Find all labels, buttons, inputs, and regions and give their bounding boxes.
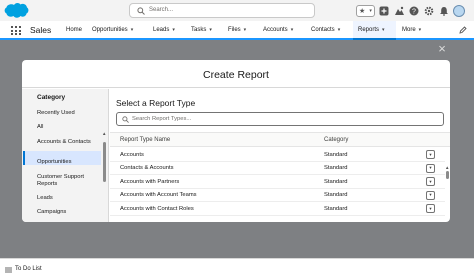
todo-list-icon[interactable] (5, 267, 12, 273)
nav-item-label: Contacts (311, 27, 335, 33)
app-launcher-icon[interactable] (11, 26, 21, 36)
nav-item-label: Home (66, 27, 83, 33)
close-icon[interactable]: × (436, 42, 448, 55)
report-type-table-header: Report Type Name Category (110, 132, 450, 147)
nav-item-leads[interactable]: Leads ▾ (153, 27, 175, 33)
global-search-input[interactable]: Search... (129, 3, 315, 18)
header-utility-icons: ★ ▾ ? (356, 4, 465, 18)
table-row[interactable]: Accounts with Contact Roles Standard ▾ (110, 202, 445, 216)
row-menu-chevron-icon[interactable]: ▾ (426, 150, 435, 159)
nav-item-label: Reports (358, 27, 380, 33)
notifications-bell-icon[interactable] (438, 5, 450, 17)
modal-header: Create Report (22, 60, 450, 88)
report-type-search-input[interactable]: Search Report Types... (116, 112, 444, 126)
nav-item-accounts[interactable]: Accounts ▾ (263, 27, 293, 33)
utility-bar: To Do List (0, 258, 474, 276)
salesforce-logo[interactable] (4, 2, 29, 19)
report-type-category: Standard (324, 165, 348, 171)
category-item-accounts-contacts[interactable]: Accounts & Contacts (37, 139, 103, 146)
nav-item-home[interactable]: Home (66, 27, 82, 33)
modal-title: Create Report (203, 69, 269, 81)
chevron-down-icon[interactable]: ▾ (131, 27, 134, 33)
chevron-down-icon[interactable]: ▾ (338, 27, 341, 33)
column-header-report-type-name[interactable]: Report Type Name (120, 137, 170, 143)
report-type-category: Standard (324, 205, 348, 212)
column-header-category[interactable]: Category (324, 137, 348, 143)
create-report-modal: Create Report Category Recently Used All… (22, 60, 450, 222)
nav-item-label: Files (228, 27, 241, 33)
nav-item-label: Tasks (191, 27, 207, 33)
app-navigation-bar: Sales Home Opportunities ▾ Leads ▾ Tasks ▾ … (0, 21, 474, 40)
row-menu-chevron-icon[interactable]: ▾ (426, 163, 435, 173)
table-row[interactable]: Accounts with Partners Standard ▾ (110, 175, 445, 189)
add-icon[interactable] (378, 5, 390, 17)
app-name: Sales (30, 25, 52, 35)
report-type-name[interactable]: Accounts with Partners (120, 179, 179, 185)
table-row[interactable]: Contacts & Accounts Standard ▾ (110, 162, 445, 175)
category-item-opportunities[interactable]: Opportunities (37, 159, 103, 166)
report-type-search-placeholder: Search Report Types... (132, 116, 192, 122)
category-item-customer-support[interactable]: Customer Support Reports (37, 174, 103, 188)
chevron-down-icon[interactable]: ▾ (419, 27, 422, 33)
search-icon (122, 116, 129, 123)
search-icon (137, 7, 145, 15)
chevron-down-icon[interactable]: ▾ (382, 27, 385, 33)
nav-item-label: Leads (153, 27, 170, 33)
category-sidebar: Category Recently Used All Accounts & Co… (22, 89, 109, 222)
table-scroll-up-icon[interactable]: ▲ (445, 165, 449, 170)
chevron-down-icon[interactable]: ▾ (209, 27, 212, 33)
category-item-recently-used[interactable]: Recently Used (37, 110, 103, 117)
category-item-all[interactable]: All (37, 124, 103, 131)
nav-item-reports[interactable]: Reports ▾ (358, 27, 385, 33)
nav-item-opportunities[interactable]: Opportunities ▾ (92, 27, 133, 33)
table-row[interactable]: Accounts Standard ▾ (110, 148, 445, 162)
pencil-icon[interactable] (459, 26, 467, 34)
report-type-name[interactable]: Accounts (120, 152, 144, 158)
nav-item-label: Accounts (263, 27, 288, 33)
report-type-name[interactable]: Contacts & Accounts (120, 165, 174, 171)
report-type-category: Standard (324, 151, 348, 158)
user-avatar[interactable] (453, 5, 465, 17)
report-type-panel: Select a Report Type Search Report Types… (110, 89, 450, 222)
category-title: Category (37, 94, 66, 101)
category-item-campaigns[interactable]: Campaigns (37, 209, 103, 216)
nav-item-files[interactable]: Files ▾ (228, 27, 246, 33)
nav-item-label: Opportunities (92, 27, 128, 33)
todo-list-label[interactable]: To Do List (15, 266, 42, 272)
nav-item-tasks[interactable]: Tasks ▾ (191, 27, 212, 33)
table-row[interactable]: Accounts with Account Teams Standard ▾ (110, 189, 445, 202)
row-menu-chevron-icon[interactable]: ▾ (426, 204, 435, 213)
sidebar-scrollbar[interactable] (103, 142, 106, 182)
report-type-category: Standard (324, 178, 348, 185)
trailhead-icon[interactable] (393, 5, 405, 17)
global-header: Search... ★ ▾ ? (0, 0, 474, 21)
settings-icon[interactable] (423, 5, 435, 17)
help-icon[interactable]: ? (408, 5, 420, 17)
row-menu-chevron-icon[interactable]: ▾ (426, 177, 435, 186)
svg-text:?: ? (412, 9, 416, 16)
nav-item-label: More (402, 27, 416, 33)
chevron-down-icon[interactable]: ▾ (244, 27, 247, 33)
favorites-star-icon: ★ (359, 8, 366, 15)
favorites-chevron-icon: ▾ (369, 8, 372, 14)
report-type-name[interactable]: Accounts with Contact Roles (120, 206, 194, 212)
nav-item-more[interactable]: More ▾ (402, 27, 421, 33)
nav-item-contacts[interactable]: Contacts ▾ (311, 27, 340, 33)
table-scrollbar[interactable] (446, 171, 449, 179)
report-type-name[interactable]: Accounts with Account Teams (120, 192, 197, 198)
sidebar-scroll-up-icon[interactable]: ▲ (102, 131, 106, 136)
category-item-leads[interactable]: Leads (37, 195, 103, 202)
row-menu-chevron-icon[interactable]: ▾ (426, 190, 435, 200)
chevron-down-icon[interactable]: ▾ (172, 27, 175, 33)
chevron-down-icon[interactable]: ▾ (291, 27, 294, 33)
global-search-placeholder: Search... (149, 7, 174, 13)
favorites-button[interactable]: ★ ▾ (356, 5, 375, 17)
report-type-category: Standard (324, 192, 348, 198)
report-type-heading: Select a Report Type (116, 98, 196, 108)
